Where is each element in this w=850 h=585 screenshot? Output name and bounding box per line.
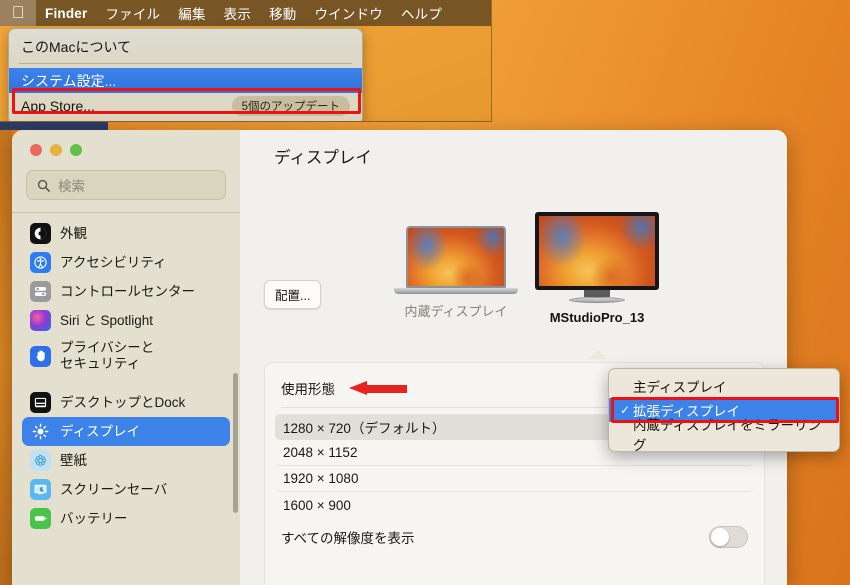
wallpaper-icon [30,450,51,471]
appearance-icon [30,223,51,244]
sidebar-item-siri-spotlight[interactable]: Siri と Spotlight [22,306,230,335]
apple-dropdown-menu: このMacについて システム設定... App Store... 5個のアップデ… [8,28,363,121]
close-button[interactable] [30,144,42,156]
arrange-button[interactable]: 配置... [264,280,322,309]
apple-logo-icon:  [12,4,25,21]
battery-icon [30,508,51,529]
monitor-foot [569,297,625,303]
arrow-head [349,381,367,395]
menu-item-help[interactable]: ヘルプ [392,0,451,26]
menu-item-go[interactable]: 移動 [260,0,305,26]
macos-menu-bar:  Finder ファイル 編集 表示 移動 ウインドウ ヘルプ [0,0,491,26]
display-thumb-builtin[interactable]: 内蔵ディスプレイ [390,226,522,320]
menubar-screenshot-region:  Finder ファイル 編集 表示 移動 ウインドウ ヘルプ このMacにつ… [0,0,492,122]
sidebar-scrollbar[interactable] [233,373,238,513]
checkmark-icon: ✓ [619,403,631,417]
search-icon [37,179,50,192]
usage-option-main-display[interactable]: 主ディスプレイ [609,374,839,398]
show-all-resolutions-label: すべての解像度を表示 [281,531,415,546]
monitor-screen [535,212,659,290]
privacy-hand-icon [30,345,51,367]
window-traffic-lights [12,130,240,156]
zoom-button[interactable] [70,144,82,156]
laptop-icon [394,226,518,294]
screensaver-icon [30,479,51,500]
settings-sidebar: 検索 外観 アクセシビリティ コントロールセンター Siri と Spotlig… [12,130,240,585]
background-strip [0,122,108,130]
sidebar-item-desktop-dock[interactable]: デスクトップとDock [22,388,230,417]
monitor-icon [535,212,659,303]
sidebar-label: 壁紙 [60,452,87,468]
apple-menu-button[interactable]:  [0,0,36,26]
menu-item-view[interactable]: 表示 [215,0,260,26]
annotation-arrow-usage-mode [349,381,407,395]
menu-item-edit[interactable]: 編集 [169,0,214,26]
menu-divider [19,63,352,64]
sidebar-label: バッテリー [60,510,128,526]
search-input[interactable]: 検索 [26,170,226,200]
menu-item-file[interactable]: ファイル [96,0,169,26]
display-brightness-icon [30,421,51,442]
sidebar-label: アクセシビリティ [60,254,167,270]
wallpaper-thumb [539,216,655,286]
sidebar-item-appearance[interactable]: 外観 [22,219,230,248]
search-placeholder: 検索 [58,179,85,194]
screen-root:  Finder ファイル 編集 表示 移動 ウインドウ ヘルプ このMacにつ… [0,0,850,585]
resolution-option[interactable]: 1920 × 1080 [275,466,754,492]
display-arrangement-row: 配置... 内蔵ディスプレイ MStudioPro_13 [240,212,787,350]
usage-mode-popup-menu: 主ディスプレイ ✓ 拡張ディスプレイ 内蔵ディスプレイをミラーリング [608,368,840,453]
usage-mode-label: 使用形態 [281,382,335,397]
arrow-shaft [367,385,407,393]
accessibility-icon [30,252,51,273]
laptop-screen [406,226,506,288]
display-name-external: MStudioPro_13 [549,310,645,325]
page-title: ディスプレイ [274,149,372,167]
resolution-option[interactable]: 1600 × 900 [275,492,754,518]
usage-option-label: 主ディスプレイ [633,380,727,395]
monitor-neck [584,290,610,297]
siri-icon [30,310,51,331]
menu-option-app-store-label: App Store... [21,97,95,114]
display-settings-pane: ディスプレイ 配置... 内蔵ディスプレイ MStudioPro_13 使用形態… [240,130,787,585]
minimize-button[interactable] [50,144,62,156]
sidebar-item-accessibility[interactable]: アクセシビリティ [22,248,230,277]
sidebar-label: プライバシーと セキュリティ [60,340,155,371]
sidebar-item-screensaver[interactable]: スクリーンセーバ [22,475,230,504]
sidebar-label: Siri と Spotlight [60,312,154,328]
control-center-icon [30,281,51,302]
sidebar-label: デスクトップとDock [60,394,186,410]
display-thumb-external[interactable]: MStudioPro_13 [522,212,672,325]
display-name-builtin: 内蔵ディスプレイ [404,304,508,319]
app-store-update-badge: 5個のアップデート [231,95,350,116]
sidebar-label: コントロールセンター [60,283,195,299]
desktop-left-edge [0,130,12,585]
laptop-base [394,288,518,294]
menu-option-about-this-mac[interactable]: このMacについて [9,34,362,59]
show-all-resolutions-toggle[interactable] [709,526,748,548]
toggle-knob [711,528,729,546]
sidebar-item-control-center[interactable]: コントロールセンター [22,277,230,306]
menu-item-window[interactable]: ウインドウ [305,0,392,26]
sidebar-scroll-area: 外観 アクセシビリティ コントロールセンター Siri と Spotlight … [12,213,240,585]
sidebar-label: ディスプレイ [60,423,141,439]
sidebar-label: 外観 [60,225,87,241]
sidebar-search-wrap: 検索 [12,156,240,200]
usage-option-mirror-builtin[interactable]: 内蔵ディスプレイをミラーリング [609,418,839,453]
sidebar-item-privacy-security[interactable]: プライバシーと セキュリティ [22,335,230,377]
show-all-resolutions-row: すべての解像度を表示 [265,518,764,548]
menu-option-system-settings[interactable]: システム設定... [9,68,362,93]
sidebar-item-battery[interactable]: バッテリー [22,504,230,533]
sidebar-item-display[interactable]: ディスプレイ [22,417,230,446]
system-settings-window: 検索 外観 アクセシビリティ コントロールセンター Siri と Spotlig… [12,130,787,585]
desktop-dock-icon [30,392,51,413]
wallpaper-thumb [408,228,504,286]
popup-pointer-triangle [589,350,607,359]
usage-option-label: 内蔵ディスプレイをミラーリング [633,418,822,453]
menu-option-app-store[interactable]: App Store... 5個のアップデート [9,93,362,118]
sidebar-label: スクリーンセーバ [60,481,168,497]
menu-item-finder[interactable]: Finder [36,0,96,26]
sidebar-item-wallpaper[interactable]: 壁紙 [22,446,230,475]
